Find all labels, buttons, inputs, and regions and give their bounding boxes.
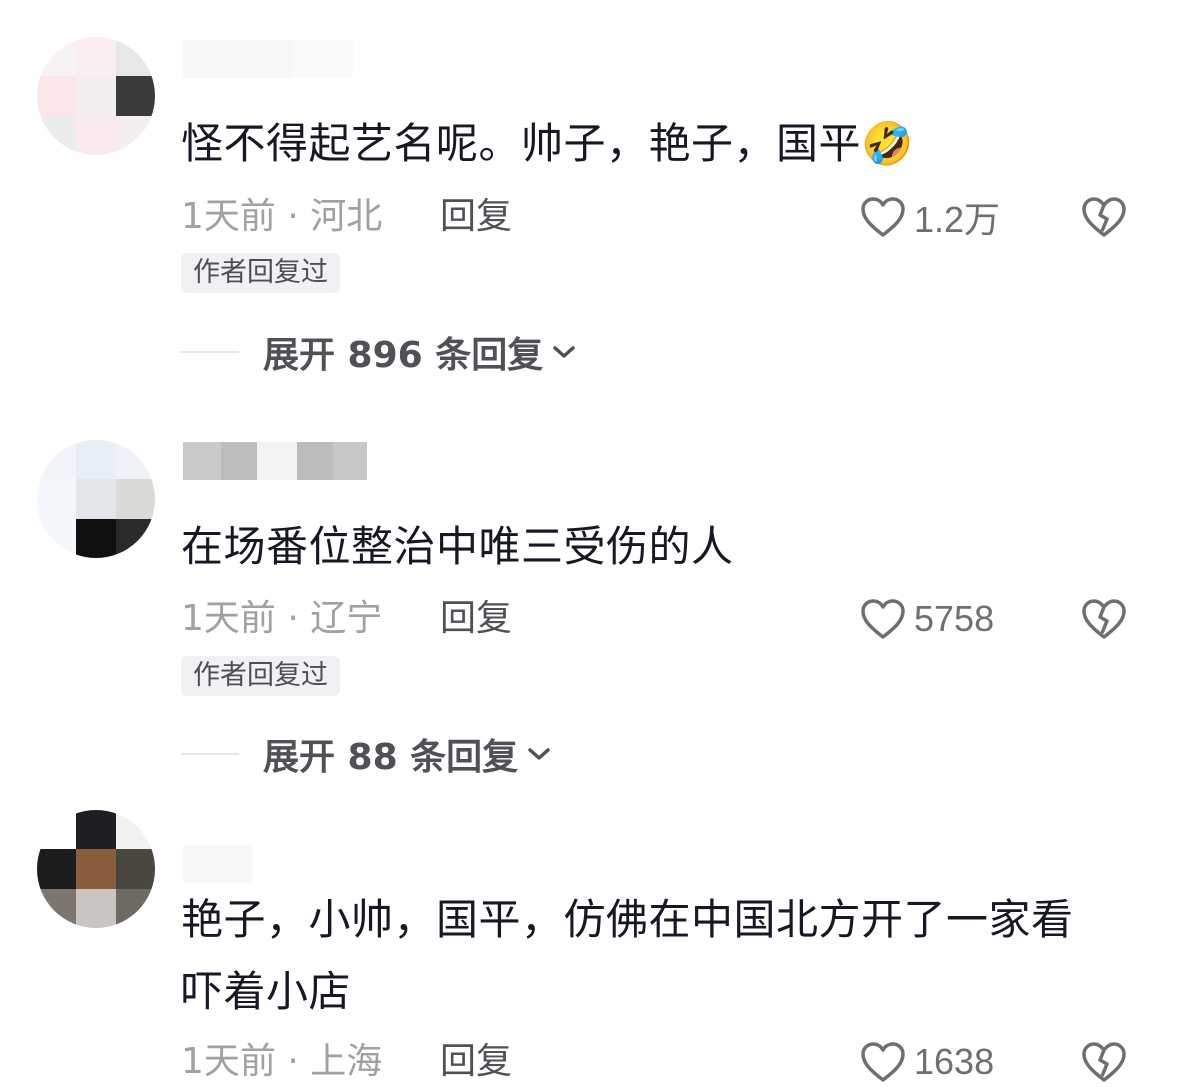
broken-heart-icon: [1082, 197, 1126, 237]
reply-button[interactable]: 回复: [440, 192, 512, 242]
comment-time-location: 1天前 · 上海: [181, 1041, 383, 1082]
comment-text: 怪不得起艺名呢。帅子，艳子，国平🤣: [181, 119, 914, 168]
like-button[interactable]: 5758: [860, 594, 994, 644]
laughing-emoji-icon: 🤣: [861, 119, 914, 168]
comment-time-location: 1天前 · 辽宁: [181, 598, 383, 639]
comment-text: 在场番位整治中唯三受伤的人: [181, 522, 734, 571]
like-button[interactable]: 1638: [860, 1037, 994, 1087]
reply-button[interactable]: 回复: [440, 1037, 512, 1087]
broken-heart-icon: [1082, 599, 1126, 639]
author-replied-badge: 作者回复过: [181, 253, 340, 293]
avatar[interactable]: [37, 37, 155, 155]
username[interactable]: [183, 442, 367, 480]
comment-time-location: 1天前 · 河北: [181, 196, 383, 237]
username[interactable]: [183, 40, 353, 78]
heart-outline-icon: [861, 197, 905, 237]
like-count: 1638: [914, 1041, 995, 1082]
divider: [181, 753, 239, 755]
dislike-button[interactable]: [1080, 192, 1128, 242]
expand-replies-label: 展开 896 条回复: [263, 335, 544, 376]
dislike-button[interactable]: [1080, 594, 1128, 644]
comment-text-line: 吓着小店: [181, 967, 352, 1016]
divider: [181, 351, 239, 353]
expand-replies-button[interactable]: 展开 896 条回复: [181, 327, 577, 377]
comment-text: 艳子，小帅，国平，仿佛在中国北方开了一家看 吓着小店: [181, 884, 1131, 1028]
chevron-down-icon: [528, 748, 550, 760]
avatar[interactable]: [37, 810, 155, 928]
username[interactable]: [183, 845, 253, 883]
like-count: 1.2万: [914, 199, 1001, 240]
avatar[interactable]: [37, 440, 155, 558]
author-replied-badge: 作者回复过: [181, 656, 340, 696]
dislike-button[interactable]: [1080, 1037, 1128, 1087]
comment-text-line: 艳子，小帅，国平，仿佛在中国北方开了一家看: [181, 895, 1074, 944]
broken-heart-icon: [1082, 1042, 1126, 1082]
heart-outline-icon: [861, 599, 905, 639]
like-count: 5758: [914, 598, 995, 639]
reply-button[interactable]: 回复: [440, 594, 512, 644]
like-button[interactable]: 1.2万: [860, 192, 1000, 242]
expand-replies-button[interactable]: 展开 88 条回复: [181, 729, 552, 779]
chevron-down-icon: [553, 346, 575, 358]
expand-replies-label: 展开 88 条回复: [263, 737, 519, 778]
heart-outline-icon: [861, 1042, 905, 1082]
